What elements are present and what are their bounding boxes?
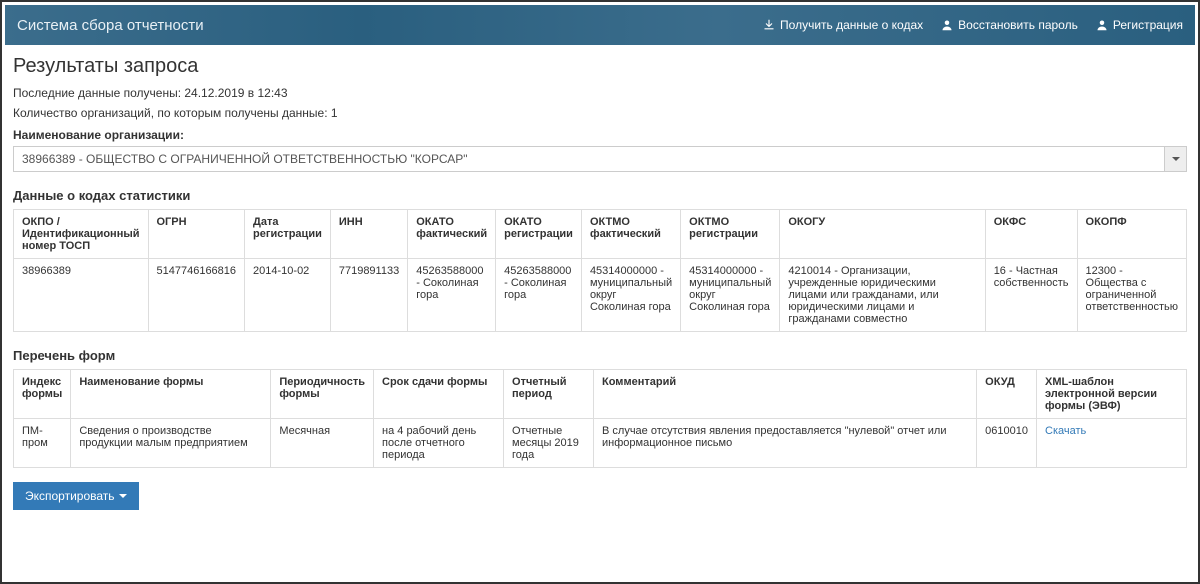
th-inn: ИНН — [330, 210, 407, 259]
chevron-down-icon — [1172, 157, 1180, 161]
cell-okato-reg: 45263588000 - Соколиная гора — [496, 259, 582, 332]
app-title: Система сбора отчетности — [17, 17, 204, 34]
th-okpo: ОКПО / Идентификационный номер ТОСП — [14, 210, 149, 259]
th-okato-reg: ОКАТО регистрации — [496, 210, 582, 259]
cell-oktmo-reg: 45314000000 - муниципальный округ Соколи… — [681, 259, 780, 332]
cell-name: Сведения о производстве продукции малым … — [71, 419, 271, 468]
forms-table: Индекс формы Наименование формы Периодич… — [13, 369, 1187, 468]
org-select[interactable]: 38966389 - ОБЩЕСТВО С ОГРАНИЧЕННОЙ ОТВЕТ… — [13, 146, 1187, 172]
cell-reg-date: 2014-10-02 — [245, 259, 331, 332]
download-link[interactable]: Скачать — [1045, 425, 1086, 437]
cell-okud: 0610010 — [977, 419, 1037, 468]
org-count: Количество организаций, по которым получ… — [13, 106, 1187, 120]
cell-xml: Скачать — [1037, 419, 1187, 468]
org-label: Наименование организации: — [13, 128, 1187, 142]
org-select-dropdown-button[interactable] — [1164, 147, 1186, 171]
th-okogu: ОКОГУ — [780, 210, 985, 259]
th-period: Периодичность формы — [271, 370, 374, 419]
stats-section-title: Данные о кодах статистики — [13, 188, 1187, 203]
org-select-value: 38966389 - ОБЩЕСТВО С ОГРАНИЧЕННОЙ ОТВЕТ… — [14, 147, 1164, 171]
chevron-down-icon — [119, 494, 127, 498]
page-title: Результаты запроса — [13, 55, 1187, 78]
th-okud: ОКУД — [977, 370, 1037, 419]
th-ogrn: ОГРН — [148, 210, 245, 259]
table-row: 38966389 5147746166816 2014-10-02 771989… — [14, 259, 1187, 332]
content: Результаты запроса Последние данные полу… — [5, 45, 1195, 520]
th-comment: Комментарий — [594, 370, 977, 419]
nav-link-label: Получить данные о кодах — [780, 18, 923, 32]
export-button-label: Экспортировать — [25, 489, 115, 503]
th-reg-date: Дата регистрации — [245, 210, 331, 259]
cell-oktmo-fact: 45314000000 - муниципальный округ Соколи… — [581, 259, 680, 332]
cell-index: ПМ-пром — [14, 419, 71, 468]
stats-table: ОКПО / Идентификационный номер ТОСП ОГРН… — [13, 209, 1187, 332]
th-oktmo-reg: ОКТМО регистрации — [681, 210, 780, 259]
th-name: Наименование формы — [71, 370, 271, 419]
last-received: Последние данные получены: 24.12.2019 в … — [13, 86, 1187, 100]
cell-comment: В случае отсутствия явления предоставляе… — [594, 419, 977, 468]
cell-okogu: 4210014 - Организации, учрежденные юриди… — [780, 259, 985, 332]
table-header-row: ОКПО / Идентификационный номер ТОСП ОГРН… — [14, 210, 1187, 259]
th-deadline: Срок сдачи формы — [374, 370, 504, 419]
cell-rep-period: Отчетные месяцы 2019 года — [504, 419, 594, 468]
nav-restore-password[interactable]: Восстановить пароль — [941, 18, 1078, 32]
table-header-row: Индекс формы Наименование формы Периодич… — [14, 370, 1187, 419]
forms-section-title: Перечень форм — [13, 348, 1187, 363]
user-icon — [1096, 19, 1108, 31]
th-okato-fact: ОКАТО фактический — [408, 210, 496, 259]
th-okfs: ОКФС — [985, 210, 1077, 259]
cell-okpo: 38966389 — [14, 259, 149, 332]
table-row: ПМ-пром Сведения о производстве продукци… — [14, 419, 1187, 468]
th-okopf: ОКОПФ — [1077, 210, 1186, 259]
user-icon — [941, 19, 953, 31]
cell-okato-fact: 45263588000 - Соколиная гора — [408, 259, 496, 332]
nav-link-label: Восстановить пароль — [958, 18, 1078, 32]
th-rep-period: Отчетный период — [504, 370, 594, 419]
cell-ogrn: 5147746166816 — [148, 259, 245, 332]
cell-okfs: 16 - Частная собственность — [985, 259, 1077, 332]
cell-inn: 7719891133 — [330, 259, 407, 332]
navbar-right: Получить данные о кодах Восстановить пар… — [763, 18, 1183, 32]
navbar: Система сбора отчетности Получить данные… — [5, 5, 1195, 45]
nav-link-label: Регистрация — [1113, 18, 1183, 32]
th-index: Индекс формы — [14, 370, 71, 419]
th-xml: XML-шаблон электронной версии формы (ЭВФ… — [1037, 370, 1187, 419]
cell-period: Месячная — [271, 419, 374, 468]
th-oktmo-fact: ОКТМО фактический — [581, 210, 680, 259]
cell-deadline: на 4 рабочий день после отчетного период… — [374, 419, 504, 468]
cell-okopf: 12300 - Общества с ограниченной ответств… — [1077, 259, 1186, 332]
nav-register[interactable]: Регистрация — [1096, 18, 1183, 32]
export-button[interactable]: Экспортировать — [13, 482, 139, 510]
nav-get-codes[interactable]: Получить данные о кодах — [763, 18, 923, 32]
download-icon — [763, 19, 775, 31]
